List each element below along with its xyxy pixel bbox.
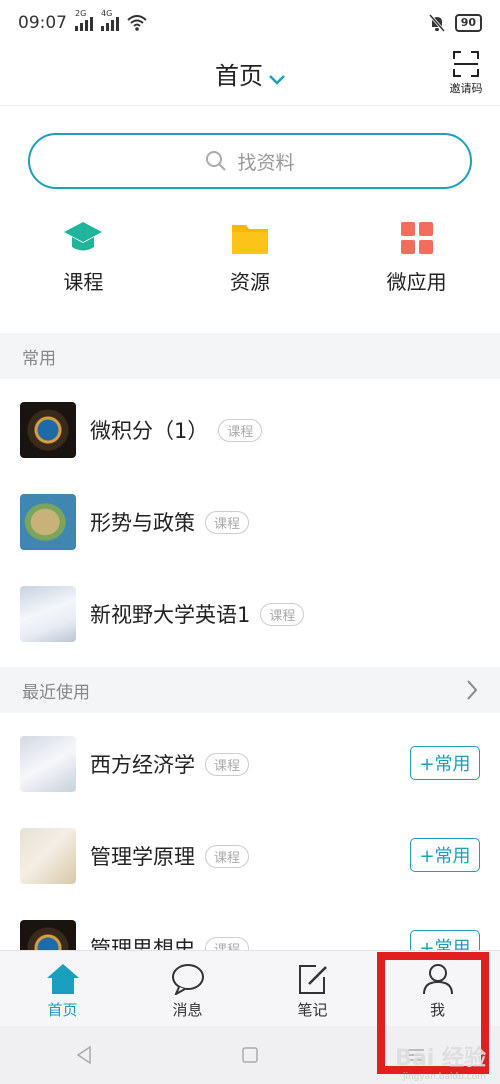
note-edit-icon: [298, 965, 327, 994]
back-triangle-icon[interactable]: [74, 1045, 94, 1065]
quick-entry-label: 资源: [230, 270, 270, 294]
chevron-down-icon: [269, 63, 285, 91]
course-title: 西方经济学: [90, 753, 195, 777]
wifi-icon: [127, 15, 147, 31]
course-title: 新视野大学英语1: [90, 603, 251, 627]
add-to-frequent-button[interactable]: +常用: [410, 746, 480, 780]
quick-entry-label: 课程: [63, 270, 104, 294]
battery-indicator: 90: [454, 14, 482, 32]
search-input[interactable]: 找资料: [28, 133, 472, 189]
tab-label: 笔记: [297, 1001, 328, 1019]
scan-icon: [453, 51, 479, 77]
course-row[interactable]: 新视野大学英语1 课程: [0, 568, 500, 660]
course-badge: 课程: [218, 418, 263, 442]
add-to-frequent-button[interactable]: +常用: [410, 838, 480, 872]
top-header: 首页 邀请码: [0, 46, 500, 106]
tab-messages[interactable]: 消息: [125, 951, 250, 1026]
course-badge: 课程: [205, 510, 250, 534]
chevron-right-icon: [467, 680, 478, 700]
search-placeholder: 找资料: [237, 151, 295, 174]
tab-label: 消息: [172, 1001, 203, 1019]
chat-bubble-icon: [171, 964, 204, 995]
folder-icon: [232, 225, 268, 254]
section-header-recent[interactable]: 最近使用: [0, 667, 500, 713]
mute-bell-icon: [428, 14, 445, 32]
tab-home[interactable]: 首页: [0, 951, 125, 1026]
page-title-dropdown[interactable]: 首页: [0, 56, 500, 91]
course-title: 微积分（1）: [90, 419, 209, 443]
search-icon: [206, 151, 227, 171]
course-row[interactable]: 西方经济学 课程 +常用: [0, 718, 500, 810]
course-row[interactable]: 微积分（1） 课程: [0, 384, 500, 476]
page-title: 首页: [215, 62, 263, 90]
mortarboard-icon: [64, 222, 103, 251]
course-badge: 课程: [260, 602, 305, 626]
status-time: 09:07: [18, 13, 67, 33]
course-title: 形势与政策: [90, 511, 195, 535]
section-header-frequent: 常用: [0, 333, 500, 379]
home-square-icon[interactable]: [241, 1046, 259, 1064]
course-row[interactable]: 管理学原理 课程 +常用: [0, 810, 500, 902]
signal-sim2-icon: 4G: [101, 9, 119, 31]
course-badge: 课程: [205, 844, 250, 868]
tab-notes[interactable]: 笔记: [250, 951, 375, 1026]
quick-entry-label: 微应用: [386, 270, 447, 294]
section-title: 最近使用: [22, 682, 90, 703]
quick-entry-courses[interactable]: 课程: [0, 220, 167, 310]
quick-entry-row: 课程 资源 微应用: [0, 220, 500, 310]
grid-icon: [400, 222, 433, 254]
course-thumbnail: [20, 828, 76, 884]
signal-sim1-icon: 2G: [75, 9, 93, 31]
course-thumbnail: [20, 736, 76, 792]
course-row[interactable]: 形势与政策 课程: [0, 476, 500, 568]
home-icon: [46, 964, 79, 994]
course-thumbnail: [20, 402, 76, 458]
course-title: 管理学原理: [90, 845, 195, 869]
watermark-logo: Bai 经验 jingyan.baidu.com: [395, 1046, 486, 1082]
quick-entry-resources[interactable]: 资源: [167, 220, 334, 310]
tab-label: 首页: [47, 1001, 78, 1019]
course-badge: 课程: [205, 752, 250, 776]
course-thumbnail: [20, 494, 76, 550]
invite-code-label: 邀请码: [449, 82, 483, 95]
course-thumbnail: [20, 586, 76, 642]
status-bar: 09:07 2G 4G 90: [0, 0, 500, 46]
quick-entry-microapps[interactable]: 微应用: [333, 220, 500, 310]
invite-code-button[interactable]: 邀请码: [446, 50, 486, 96]
section-title: 常用: [22, 348, 56, 369]
